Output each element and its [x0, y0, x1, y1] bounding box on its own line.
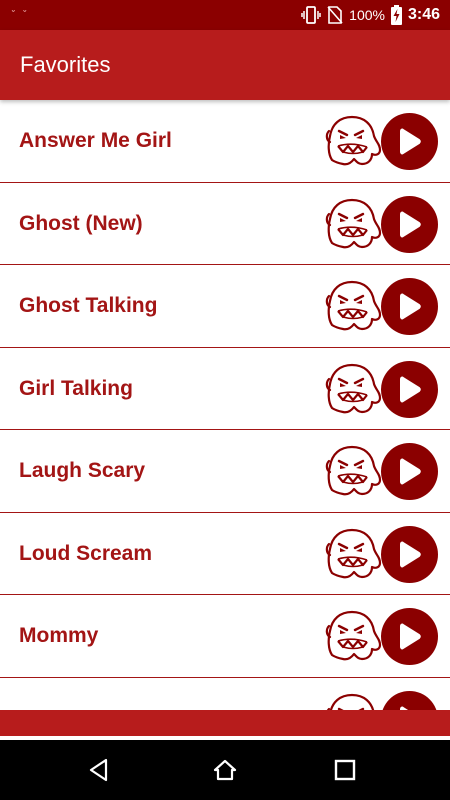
play-button[interactable] [381, 525, 438, 583]
sound-title: Loud Scream [19, 541, 153, 565]
vibrate-icon [301, 6, 321, 24]
sound-title: Mommy [19, 624, 99, 647]
home-icon[interactable] [212, 757, 238, 783]
list-item[interactable]: Loud Scream [0, 513, 450, 595]
ghost-icon[interactable] [324, 114, 382, 168]
ghost-icon[interactable] [324, 362, 382, 416]
play-icon [400, 128, 421, 155]
status-icons: 100% 3:46 [301, 0, 440, 30]
clock: 3:46 [407, 6, 440, 23]
play-icon [400, 706, 409, 710]
play-icon [400, 376, 421, 402]
play-icon [400, 541, 421, 567]
sound-title: Laugh Scary [19, 459, 146, 482]
play-icon [400, 458, 421, 485]
ghost-icon[interactable] [324, 197, 382, 251]
play-button[interactable] [381, 113, 438, 170]
battery-charging-icon [390, 5, 402, 25]
ghost-icon[interactable] [324, 279, 382, 333]
back-icon[interactable] [86, 757, 112, 783]
play-button[interactable] [381, 360, 438, 418]
ghost-icon[interactable] [324, 527, 382, 581]
list-item[interactable]: Ghost (New) [0, 183, 450, 265]
ghost-icon[interactable] [324, 609, 382, 663]
battery-percent: 100% [349, 7, 385, 23]
list-item[interactable]: Answer Me Girl [0, 100, 450, 183]
list-item[interactable]: Mommy [0, 595, 450, 678]
sound-title: Girl Talking [19, 376, 133, 400]
play-icon [400, 623, 421, 650]
notification-icons: ˘ ˘ [12, 9, 30, 19]
list-item[interactable]: Ghost Talking [0, 265, 450, 348]
ghost-icon[interactable] [324, 444, 382, 498]
sound-title: Answer Me Girl [19, 129, 172, 152]
list-item[interactable] [0, 678, 450, 711]
no-sim-icon [327, 6, 343, 24]
ad-banner-strip [0, 710, 450, 736]
play-button[interactable] [381, 443, 438, 500]
play-icon [400, 211, 421, 237]
favorites-list[interactable]: Answer Me Girl Ghost (New) Ghost Talking… [0, 100, 450, 710]
app-bar: Favorites [0, 30, 450, 100]
play-button[interactable] [381, 608, 438, 665]
list-item[interactable]: Girl Talking [0, 348, 450, 430]
play-button[interactable] [381, 195, 438, 253]
play-button[interactable] [381, 278, 438, 335]
play-icon [400, 293, 421, 320]
sound-title: Ghost (New) [19, 211, 143, 235]
status-bar: ˘ ˘ 100% 3:46 [0, 0, 450, 30]
ghost-icon[interactable] [324, 692, 382, 711]
sound-title: Ghost Talking [19, 294, 158, 317]
play-button[interactable] [381, 690, 438, 710]
page-title: Favorites [20, 52, 111, 77]
system-nav-bar [0, 740, 450, 800]
recents-icon[interactable] [332, 757, 358, 783]
list-item[interactable]: Laugh Scary [0, 430, 450, 513]
